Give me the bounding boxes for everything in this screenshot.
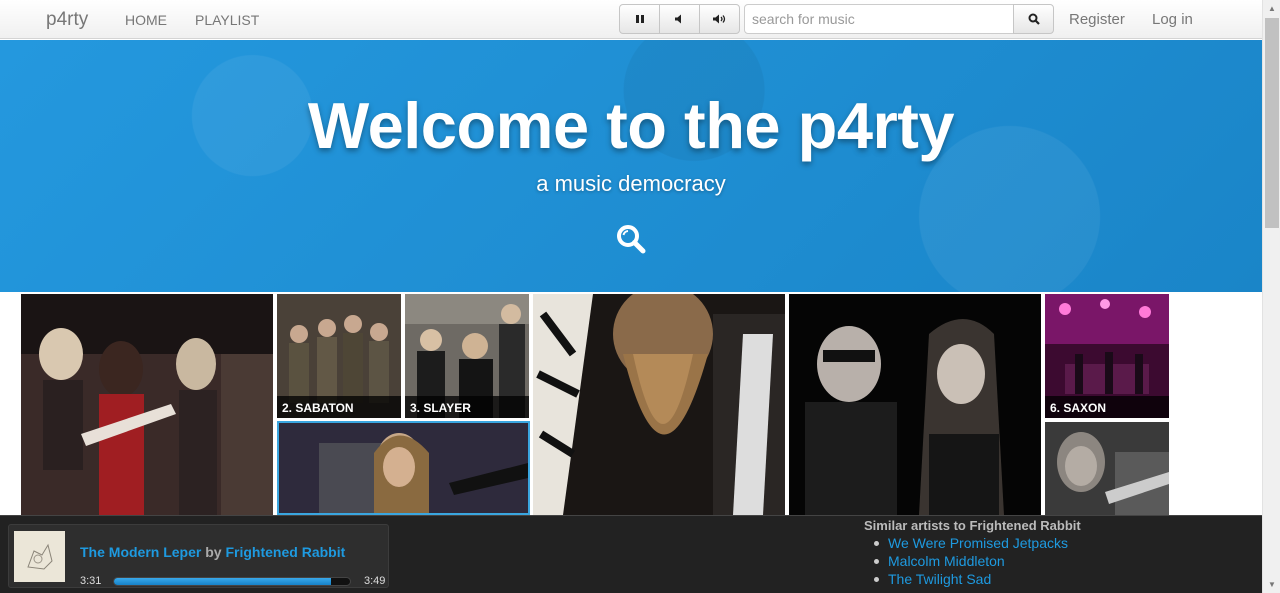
now-playing: The Modern Leper by Frightened Rabbit 3:… (8, 524, 389, 588)
similar-artists-list: We Were Promised Jetpacks Malcolm Middle… (874, 535, 1224, 589)
artist-photo (279, 423, 528, 513)
player-controls (619, 4, 740, 34)
tile-caption: 6. SAXON (1045, 396, 1169, 418)
artist-tile-4[interactable] (277, 421, 530, 515)
album-art (14, 531, 65, 582)
track-info: The Modern Leper by Frightened Rabbit (80, 544, 345, 560)
track-title-link[interactable]: The Modern Leper (80, 544, 201, 560)
scroll-down-arrow-icon[interactable]: ▼ (1263, 576, 1280, 593)
tile-caption: 2. SABATON (277, 396, 401, 418)
tile-caption: 3. SLAYER (405, 396, 529, 418)
artist-photo (789, 294, 1041, 515)
scroll-up-arrow-icon[interactable]: ▲ (1263, 0, 1280, 17)
artist-tile-6[interactable] (789, 294, 1041, 515)
similar-artist-link[interactable]: We Were Promised Jetpacks (874, 535, 1224, 553)
artist-photo (533, 294, 785, 515)
artist-tile-slayer[interactable]: 3. SLAYER (405, 294, 529, 418)
volume-up-icon (712, 14, 725, 24)
artist-tile-5[interactable] (533, 294, 785, 515)
volume-up-button[interactable] (700, 5, 739, 33)
total-time: 3:49 (364, 575, 386, 587)
progress-fill (114, 578, 332, 585)
register-link[interactable]: Register (1069, 11, 1125, 28)
volume-down-icon (674, 14, 681, 24)
top-navbar: p4rty HOME PLAYLIST Register Log in (0, 0, 1262, 39)
pause-button[interactable] (620, 5, 660, 33)
login-link[interactable]: Log in (1152, 11, 1193, 28)
track-artist-link[interactable]: Frightened Rabbit (225, 544, 345, 560)
track-by: by (205, 544, 222, 560)
hero-search-icon[interactable] (615, 223, 647, 255)
page-scrollbar[interactable]: ▲ ▼ (1262, 0, 1280, 593)
album-cover (14, 531, 65, 582)
search-button[interactable] (1013, 4, 1054, 34)
artist-tile-saxon[interactable]: 6. SAXON (1045, 294, 1169, 418)
nav-home-link[interactable]: HOME (125, 12, 167, 28)
artist-photo (21, 294, 273, 515)
elapsed-time: 3:31 (80, 575, 102, 587)
artist-tile-1[interactable] (21, 294, 273, 515)
hero-banner: Welcome to the p4rty a music democracy (0, 40, 1262, 292)
search-input[interactable] (744, 4, 1014, 34)
similar-artists-title: Similar artists to Frightened Rabbit (864, 518, 1081, 533)
scroll-thumb[interactable] (1265, 18, 1279, 228)
nav-playlist-link[interactable]: PLAYLIST (195, 12, 259, 28)
volume-down-button[interactable] (660, 5, 700, 33)
search-icon (1028, 13, 1040, 25)
page: p4rty HOME PLAYLIST Register Log in Welc… (0, 0, 1280, 593)
artist-tile-sabaton[interactable]: 2. SABATON (277, 294, 401, 418)
hero-subtitle: a music democracy (536, 171, 726, 196)
hero-title: Welcome to the p4rty (307, 89, 955, 162)
similar-artist-link[interactable]: The Twilight Sad (874, 571, 1224, 589)
similar-artist-link[interactable]: Malcolm Middleton (874, 553, 1224, 571)
progress-bar[interactable] (113, 577, 351, 586)
artist-photo (1045, 422, 1169, 515)
footer-player-bar: The Modern Leper by Frightened Rabbit 3:… (0, 515, 1262, 593)
pause-icon (635, 15, 644, 23)
similar-artists: Similar artists to Frightened Rabbit We … (864, 518, 1224, 589)
brand-logo[interactable]: p4rty (46, 9, 88, 31)
artist-tile-8[interactable] (1045, 422, 1169, 515)
